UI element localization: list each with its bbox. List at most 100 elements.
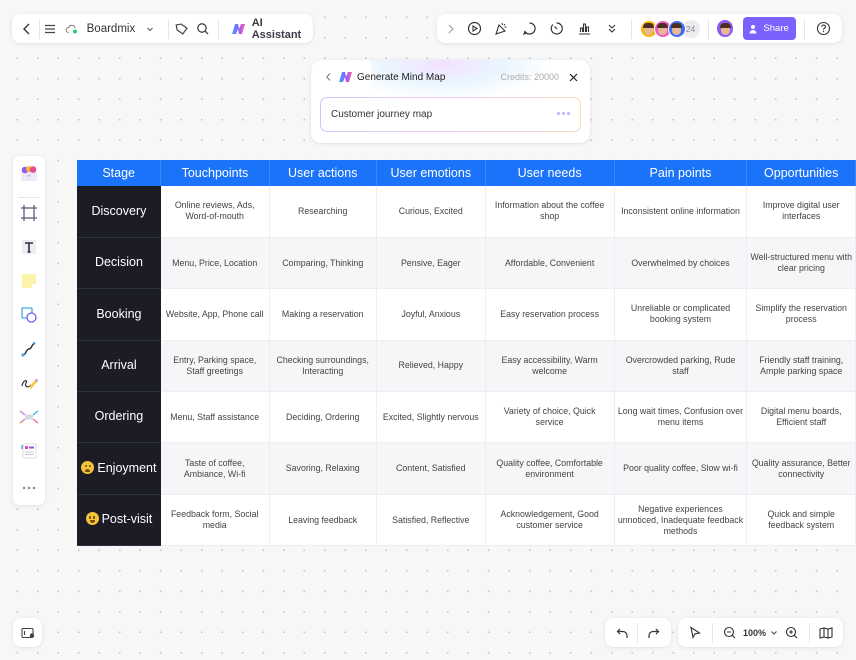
board-name-dropdown[interactable]: Boardmix — [60, 17, 163, 41]
table-cell[interactable]: Content, Satisfied — [376, 442, 486, 495]
table-cell[interactable]: Easy reservation process — [485, 288, 615, 341]
table-cell[interactable]: Simplify the reservation process — [746, 288, 856, 341]
more-chevrons-icon[interactable] — [601, 17, 623, 41]
table-cell[interactable]: Long wait times, Confusion over menu ite… — [614, 391, 748, 444]
back-icon[interactable] — [323, 72, 333, 82]
table-cell[interactable]: Quality coffee, Comfortable environment — [485, 442, 615, 495]
zoom-out-icon[interactable] — [718, 622, 740, 644]
customer-journey-table[interactable]: Stage Touchpoints User actions User emotion… — [77, 160, 856, 547]
table-cell[interactable]: Comparing, Thinking — [269, 237, 377, 290]
column-header[interactable]: User needs — [485, 160, 615, 186]
map-view-icon[interactable] — [816, 622, 838, 644]
stage-cell[interactable]: Booking — [77, 288, 161, 341]
select-pointer-icon[interactable] — [684, 622, 706, 644]
table-cell[interactable]: Negative experiences unnoticed, Inadequa… — [614, 494, 748, 547]
table-cell[interactable]: Website, App, Phone call — [160, 288, 270, 341]
table-cell[interactable]: Leaving feedback — [269, 494, 377, 547]
help-icon[interactable] — [812, 17, 834, 41]
stage-cell[interactable]: Discovery — [77, 186, 161, 238]
ai-assistant-button[interactable]: AI Assistant — [228, 17, 305, 41]
tag-icon[interactable] — [175, 17, 190, 41]
stage-cell[interactable]: Arrival — [77, 340, 161, 393]
column-header[interactable]: Stage — [77, 160, 162, 186]
table-cell[interactable]: Pensive, Eager — [376, 237, 486, 290]
stage-cell[interactable]: Enjoyment — [77, 442, 161, 495]
timer-icon[interactable] — [546, 17, 568, 41]
table-cell[interactable]: Researching — [269, 186, 377, 238]
table-cell[interactable]: Menu, Staff assistance — [160, 391, 270, 444]
comment-icon[interactable] — [519, 17, 541, 41]
column-header[interactable]: User emotions — [376, 160, 486, 186]
redo-icon[interactable] — [643, 622, 665, 644]
table-cell[interactable]: Friendly staff training, Ample parking s… — [746, 340, 856, 393]
expand-icon[interactable] — [445, 17, 458, 41]
mind-map-prompt-input[interactable]: Customer journey map — [320, 97, 581, 132]
column-header[interactable]: Pain points — [614, 160, 748, 186]
close-icon[interactable] — [569, 73, 578, 82]
celebrate-icon[interactable] — [491, 17, 513, 41]
stage-cell[interactable]: Ordering — [77, 391, 161, 444]
table-cell[interactable]: Savoring, Relaxing — [269, 442, 377, 495]
column-header[interactable]: Touchpoints — [160, 160, 270, 186]
table-cell[interactable]: Digital menu boards, Efficient staff — [746, 391, 856, 444]
board-name: Boardmix — [86, 22, 136, 35]
table-cell[interactable]: Curious, Excited — [376, 186, 486, 238]
pen-icon[interactable] — [17, 371, 41, 395]
table-cell[interactable]: Affordable, Convenient — [485, 237, 615, 290]
table-cell[interactable]: Satisfied, Reflective — [376, 494, 486, 547]
stage-cell[interactable]: Decision — [77, 237, 161, 290]
table-cell[interactable]: Poor quality coffee, Slow wi-fi — [614, 442, 748, 495]
chevron-left-icon[interactable] — [20, 17, 35, 41]
ai-assistant-label: AI Assistant — [251, 16, 302, 41]
present-play-icon[interactable] — [464, 17, 486, 41]
popup-title: Generate Mind Map — [357, 71, 446, 83]
avatar[interactable] — [667, 19, 686, 38]
table-cell[interactable]: Relieved, Happy — [376, 340, 486, 393]
table-cell[interactable]: Easy accessibility, Warm welcome — [485, 340, 615, 393]
table-cell[interactable]: Checking surroundings, Interacting — [269, 340, 377, 393]
table-cell[interactable]: Quick and simple feedback system — [746, 494, 856, 547]
hamburger-menu-icon[interactable] — [43, 17, 58, 41]
table-cell[interactable]: Acknowledgement, Good customer service — [485, 494, 615, 547]
table-cell[interactable]: Excited, Slightly nervous — [376, 391, 486, 444]
table-templates-icon[interactable] — [17, 439, 41, 463]
table-cell[interactable]: Menu, Price, Location — [160, 237, 270, 290]
table-cell[interactable]: Well-structured menu with clear pricing — [746, 237, 856, 290]
table-cell[interactable]: Overwhelmed by choices — [614, 237, 748, 290]
chevron-down-icon — [138, 17, 162, 41]
connector-icon[interactable] — [17, 337, 41, 361]
text-icon[interactable] — [17, 235, 41, 259]
table-cell[interactable]: Taste of coffee, Ambiance, Wi-fi — [160, 442, 270, 495]
table-cell[interactable]: Online reviews, Ads, Word-of-mouth — [160, 186, 270, 238]
table-cell[interactable]: Feedback form, Social media — [160, 494, 270, 547]
column-header[interactable]: User actions — [269, 160, 377, 186]
search-icon[interactable] — [195, 17, 210, 41]
sticky-note-icon[interactable] — [17, 269, 41, 293]
zoom-level-dropdown[interactable]: 100% — [743, 628, 778, 638]
vote-chart-icon[interactable] — [574, 17, 596, 41]
column-header[interactable]: Opportunities — [746, 160, 856, 186]
table-cell[interactable]: Entry, Parking space, Staff greetings — [160, 340, 270, 393]
table-cell[interactable]: Improve digital user interfaces — [746, 186, 856, 238]
table-cell[interactable]: Overcrowded parking, Rude staff — [614, 340, 748, 393]
undo-icon[interactable] — [611, 622, 633, 644]
stage-cell[interactable]: Post-visit — [77, 494, 161, 547]
zoom-in-icon[interactable] — [781, 622, 803, 644]
current-user-avatar[interactable] — [716, 19, 734, 38]
table-cell[interactable]: Variety of choice, Quick service — [485, 391, 615, 444]
table-cell[interactable]: Unreliable or complicated booking system — [614, 288, 748, 341]
table-cell[interactable]: Making a reservation — [269, 288, 377, 341]
more-tools-icon[interactable] — [17, 476, 41, 500]
table-cell[interactable]: Inconsistent online information — [614, 186, 748, 238]
table-cell[interactable]: Joyful, Anxious — [376, 288, 486, 341]
frame-icon[interactable] — [17, 201, 41, 225]
table-cell[interactable]: Quality assurance, Better connectivity — [746, 442, 856, 495]
collaborators-list[interactable]: 24 — [639, 19, 700, 38]
shapes-icon[interactable] — [17, 303, 41, 327]
table-cell[interactable]: Information about the coffee shop — [485, 186, 615, 238]
share-button[interactable]: Share — [742, 17, 796, 40]
mind-map-icon[interactable] — [17, 405, 41, 429]
minimap-toggle-button[interactable] — [13, 618, 42, 647]
templates-icon[interactable] — [17, 161, 41, 185]
table-cell[interactable]: Deciding, Ordering — [269, 391, 377, 444]
